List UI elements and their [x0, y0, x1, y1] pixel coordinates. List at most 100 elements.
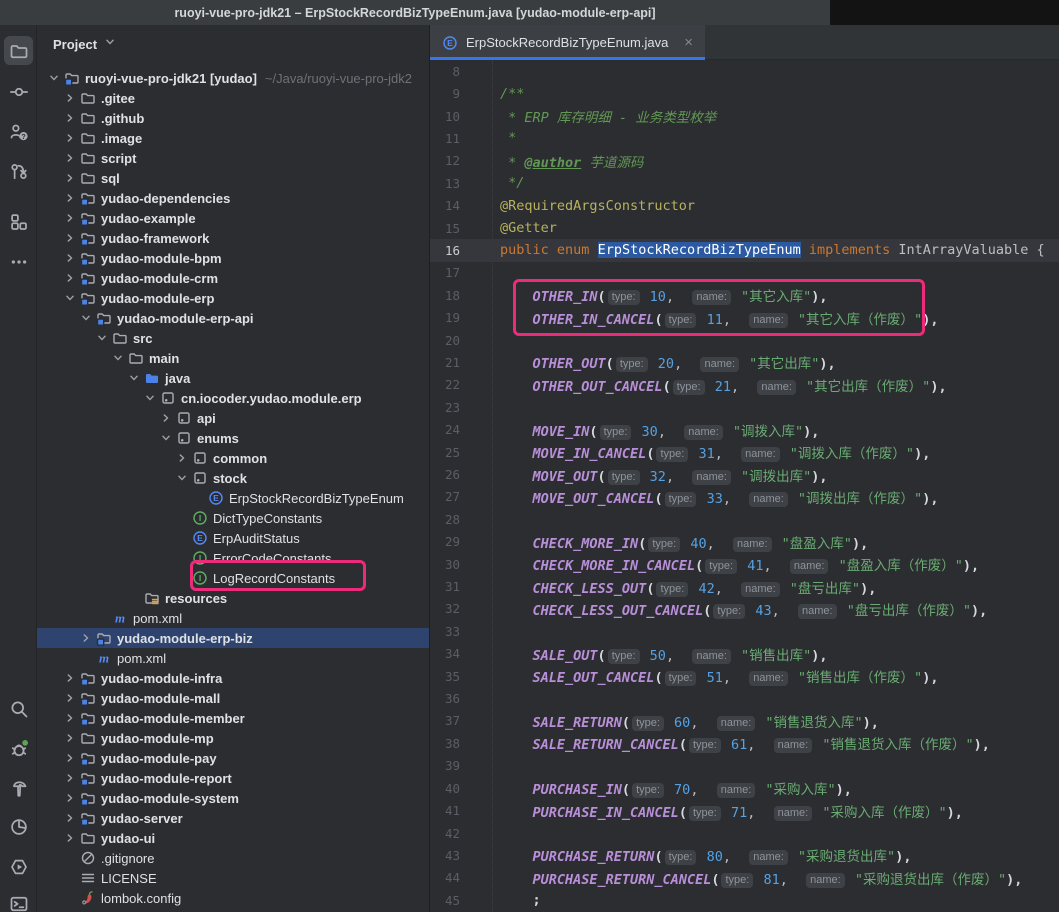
chevron-right-icon[interactable] — [61, 750, 79, 766]
tree-item-yudao-module-system[interactable]: yudao-module-system — [37, 788, 429, 808]
tree-item-ruoyi-vue-pro-jdk21-yudao-[interactable]: ruoyi-vue-pro-jdk21 [yudao]~/Java/ruoyi-… — [37, 68, 429, 88]
chevron-right-icon[interactable] — [61, 770, 79, 786]
code-line-9[interactable]: 9/** — [430, 82, 1059, 104]
code-line-35[interactable]: 35 SALE_OUT_CANCEL(type: 51, name: "销售出库… — [430, 665, 1059, 687]
chevron-right-icon[interactable] — [61, 810, 79, 826]
tree-item-pom.xml[interactable]: mpom.xml — [37, 608, 429, 628]
chevron-down-icon[interactable] — [93, 330, 111, 346]
chevron-down-icon[interactable] — [45, 70, 63, 86]
code-line-29[interactable]: 29 CHECK_MORE_IN(type: 40, name: "盘盈入库")… — [430, 531, 1059, 553]
tree-item-yudao-module-mp[interactable]: yudao-module-mp — [37, 728, 429, 748]
chevron-down-icon[interactable] — [173, 470, 191, 486]
tree-item-java[interactable]: java — [37, 368, 429, 388]
chevron-right-icon[interactable] — [61, 150, 79, 166]
chevron-down-icon[interactable] — [109, 350, 127, 366]
terminal-icon[interactable] — [4, 889, 33, 912]
code-line-14[interactable]: 14@RequiredArgsConstructor — [430, 194, 1059, 216]
code-line-33[interactable]: 33 — [430, 620, 1059, 642]
tree-item-yudao-module-mall[interactable]: yudao-module-mall — [37, 688, 429, 708]
line-number-19[interactable]: 19 — [430, 310, 460, 325]
line-number-29[interactable]: 29 — [430, 534, 460, 549]
line-number-11[interactable]: 11 — [430, 131, 460, 146]
search-icon[interactable] — [4, 694, 33, 723]
chevron-right-icon[interactable] — [61, 830, 79, 846]
chevron-right-icon[interactable] — [61, 730, 79, 746]
line-number-27[interactable]: 27 — [430, 489, 460, 504]
services-icon[interactable] — [4, 852, 33, 881]
tree-item-erpauditstatus[interactable]: EErpAuditStatus — [37, 528, 429, 548]
tree-item-errorcodeconstants[interactable]: IErrorCodeConstants — [37, 548, 429, 568]
profiler-icon[interactable] — [4, 812, 33, 841]
line-number-25[interactable]: 25 — [430, 445, 460, 460]
debug-icon[interactable] — [4, 734, 33, 763]
tree-item-script[interactable]: script — [37, 148, 429, 168]
line-number-17[interactable]: 17 — [430, 265, 460, 280]
line-number-15[interactable]: 15 — [430, 221, 460, 236]
tree-item-yudao-module-member[interactable]: yudao-module-member — [37, 708, 429, 728]
tree-item-.gitee[interactable]: .gitee — [37, 88, 429, 108]
code-line-40[interactable]: 40 PURCHASE_IN(type: 70, name: "采购入库"), — [430, 777, 1059, 799]
line-number-13[interactable]: 13 — [430, 176, 460, 191]
line-number-14[interactable]: 14 — [430, 198, 460, 213]
line-number-10[interactable]: 10 — [430, 109, 460, 124]
line-number-26[interactable]: 26 — [430, 467, 460, 482]
line-number-35[interactable]: 35 — [430, 669, 460, 684]
chevron-down-icon[interactable] — [103, 35, 117, 54]
tab-erpstockrecordbiztypeenum[interactable]: E ErpStockRecordBizTypeEnum.java × — [430, 25, 705, 60]
line-number-24[interactable]: 24 — [430, 422, 460, 437]
tree-item-.image[interactable]: .image — [37, 128, 429, 148]
more-icon[interactable] — [4, 247, 33, 276]
code-line-27[interactable]: 27 MOVE_OUT_CANCEL(type: 33, name: "调拨出库… — [430, 486, 1059, 508]
tree-item-yudao-module-pay[interactable]: yudao-module-pay — [37, 748, 429, 768]
chevron-down-icon[interactable] — [141, 390, 159, 406]
code-line-38[interactable]: 38 SALE_RETURN_CANCEL(type: 61, name: "销… — [430, 732, 1059, 754]
chevron-down-icon[interactable] — [157, 430, 175, 446]
line-number-8[interactable]: 8 — [430, 64, 460, 79]
chevron-down-icon[interactable] — [77, 310, 95, 326]
pull-requests-icon[interactable]: ? — [4, 117, 33, 146]
line-number-34[interactable]: 34 — [430, 646, 460, 661]
code-line-28[interactable]: 28 — [430, 508, 1059, 530]
tree-item-api[interactable]: api — [37, 408, 429, 428]
chevron-right-icon[interactable] — [61, 210, 79, 226]
chevron-right-icon[interactable] — [61, 90, 79, 106]
code-line-39[interactable]: 39 — [430, 755, 1059, 777]
code-line-23[interactable]: 23 — [430, 396, 1059, 418]
tree-item-pom.xml[interactable]: mpom.xml — [37, 648, 429, 668]
chevron-right-icon[interactable] — [61, 130, 79, 146]
line-number-41[interactable]: 41 — [430, 803, 460, 818]
line-number-43[interactable]: 43 — [430, 848, 460, 863]
tree-item-sql[interactable]: sql — [37, 168, 429, 188]
chevron-right-icon[interactable] — [157, 410, 175, 426]
build-icon[interactable] — [4, 774, 33, 803]
tree-item-yudao-module-infra[interactable]: yudao-module-infra — [37, 668, 429, 688]
tree-item-yudao-module-crm[interactable]: yudao-module-crm — [37, 268, 429, 288]
structure-icon[interactable] — [4, 207, 33, 236]
tree-item-yudao-module-erp[interactable]: yudao-module-erp — [37, 288, 429, 308]
commit-icon[interactable] — [4, 77, 33, 106]
code-line-12[interactable]: 12 * @author 芋道源码 — [430, 150, 1059, 172]
tree-item-src[interactable]: src — [37, 328, 429, 348]
vcs-branches-icon[interactable] — [4, 157, 33, 186]
chevron-right-icon[interactable] — [61, 170, 79, 186]
line-number-31[interactable]: 31 — [430, 579, 460, 594]
code-line-19[interactable]: 19 OTHER_IN_CANCEL(type: 11, name: "其它入库… — [430, 306, 1059, 328]
code-line-13[interactable]: 13 */ — [430, 172, 1059, 194]
code-line-44[interactable]: 44 PURCHASE_RETURN_CANCEL(type: 81, name… — [430, 867, 1059, 889]
code-line-30[interactable]: 30 CHECK_MORE_IN_CANCEL(type: 41, name: … — [430, 553, 1059, 575]
tree-item-yudao-example[interactable]: yudao-example — [37, 208, 429, 228]
line-number-32[interactable]: 32 — [430, 601, 460, 616]
chevron-right-icon[interactable] — [61, 710, 79, 726]
line-number-42[interactable]: 42 — [430, 826, 460, 841]
tree-item-yudao-dependencies[interactable]: yudao-dependencies — [37, 188, 429, 208]
line-number-33[interactable]: 33 — [430, 624, 460, 639]
code-line-26[interactable]: 26 MOVE_OUT(type: 32, name: "调拨出库"), — [430, 463, 1059, 485]
code-line-42[interactable]: 42 — [430, 822, 1059, 844]
tree-item-yudao-module-erp-api[interactable]: yudao-module-erp-api — [37, 308, 429, 328]
line-number-37[interactable]: 37 — [430, 713, 460, 728]
code-line-37[interactable]: 37 SALE_RETURN(type: 60, name: "销售退货入库")… — [430, 710, 1059, 732]
tree-item-cn.iocoder.yudao.module.erp[interactable]: cn.iocoder.yudao.module.erp — [37, 388, 429, 408]
tree-item-resources[interactable]: resources — [37, 588, 429, 608]
chevron-right-icon[interactable] — [61, 790, 79, 806]
chevron-right-icon[interactable] — [61, 230, 79, 246]
